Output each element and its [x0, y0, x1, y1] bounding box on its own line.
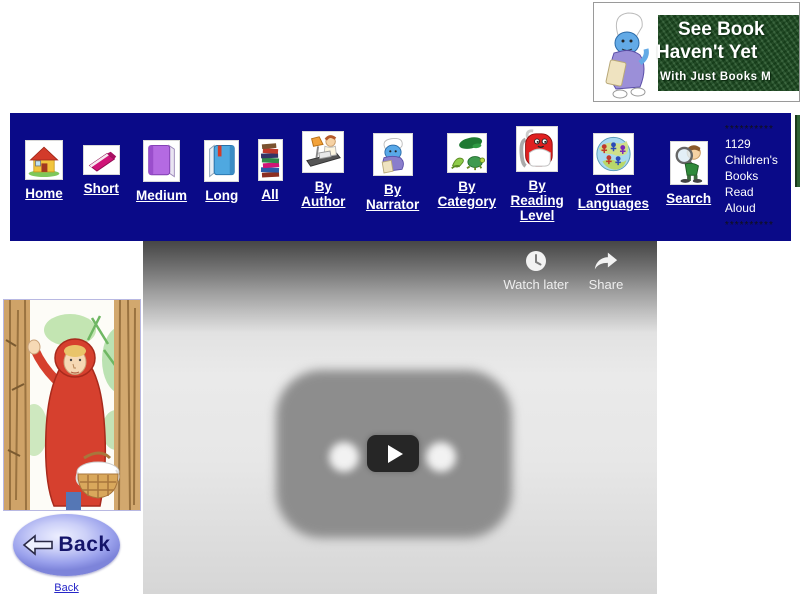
thin-pink-book-icon	[83, 145, 120, 175]
banner-line: Haven't Yet	[656, 42, 757, 64]
purple-book-icon	[143, 140, 180, 182]
back-link-container: Back	[13, 578, 120, 594]
nav-item-label: By Narrator	[360, 182, 426, 212]
nav-item-label: Home	[25, 186, 63, 201]
nav-item-label: Medium	[136, 188, 187, 203]
house-icon	[25, 140, 63, 180]
globe-people-icon	[593, 133, 634, 175]
play-button[interactable]	[367, 435, 419, 472]
main-navigation-bar: Home Short Medium	[10, 113, 791, 241]
watch-later-label: Watch later	[495, 277, 577, 292]
banner-line: With Just Books M	[660, 71, 771, 83]
boy-magnifier-icon	[670, 141, 708, 185]
nav-item-medium[interactable]: Medium	[133, 113, 191, 203]
nav-item-label: All	[261, 187, 278, 202]
clock-icon	[495, 249, 577, 273]
animals-icon	[447, 133, 487, 173]
back-button-label: Back	[58, 533, 110, 557]
back-link[interactable]: Back	[54, 582, 78, 594]
nav-item-label: By Category	[434, 179, 500, 209]
red-riding-hood-illustration	[3, 299, 141, 511]
nav-item-home[interactable]: Home	[18, 113, 70, 201]
share-label: Share	[575, 277, 637, 292]
counter-decor: **********	[725, 124, 774, 135]
counter-line: Read	[725, 184, 783, 200]
nav-item-short[interactable]: Short	[78, 113, 124, 196]
counter-line: Books	[725, 168, 783, 184]
book-stack-icon	[258, 139, 283, 181]
counter-line: 1129	[725, 136, 783, 152]
nav-item-by-narrator[interactable]: By Narrator	[360, 113, 426, 212]
smurf-with-book-icon	[596, 5, 658, 99]
blue-book-icon	[204, 140, 239, 182]
thumbnail-dot-left	[329, 442, 359, 472]
nav-item-search[interactable]: Search	[661, 113, 717, 206]
youtube-video-player[interactable]: Watch later Share	[143, 241, 657, 594]
nav-item-label: Other Languages	[574, 181, 652, 211]
counter-decor: **********	[725, 220, 774, 231]
nav-item-label: By Author	[295, 179, 351, 209]
nav-item-label: By Reading Level	[508, 178, 566, 223]
page: See Book Haven't Yet With Just Books M H…	[0, 0, 800, 594]
banner-line: See Book	[678, 19, 765, 41]
thumbnail-dot-right	[426, 442, 456, 472]
cut-off-side-image	[795, 115, 800, 187]
back-button[interactable]: Back	[13, 514, 120, 576]
nav-item-other-languages[interactable]: Other Languages	[574, 113, 652, 211]
smurf-reading-icon	[373, 133, 413, 176]
nav-item-label: Short	[84, 181, 119, 196]
share-button[interactable]: Share	[575, 249, 637, 292]
nav-item-all[interactable]: All	[253, 113, 287, 202]
nav-item-long[interactable]: Long	[199, 113, 245, 203]
nav-item-by-author[interactable]: By Author	[295, 113, 351, 209]
watch-later-button[interactable]: Watch later	[495, 249, 577, 292]
back-arrow-icon	[22, 533, 54, 557]
share-arrow-icon	[575, 249, 637, 273]
writer-at-desk-icon	[302, 131, 344, 173]
counter-line: Children's	[725, 152, 783, 168]
counter-line: Aloud	[725, 200, 783, 216]
nav-item-by-category[interactable]: By Category	[434, 113, 500, 209]
nav-item-by-reading-level[interactable]: By Reading Level	[508, 113, 566, 223]
play-triangle-icon	[388, 445, 403, 463]
nav-item-label: Search	[666, 191, 711, 206]
banner-ad[interactable]: See Book Haven't Yet With Just Books M	[593, 2, 800, 102]
nav-item-label: Long	[205, 188, 238, 203]
red-backpack-icon	[516, 126, 558, 172]
banner-ad-text-panel: See Book Haven't Yet With Just Books M	[658, 15, 800, 91]
books-counter: ********** 1129 Children's Books Read Al…	[725, 120, 783, 232]
